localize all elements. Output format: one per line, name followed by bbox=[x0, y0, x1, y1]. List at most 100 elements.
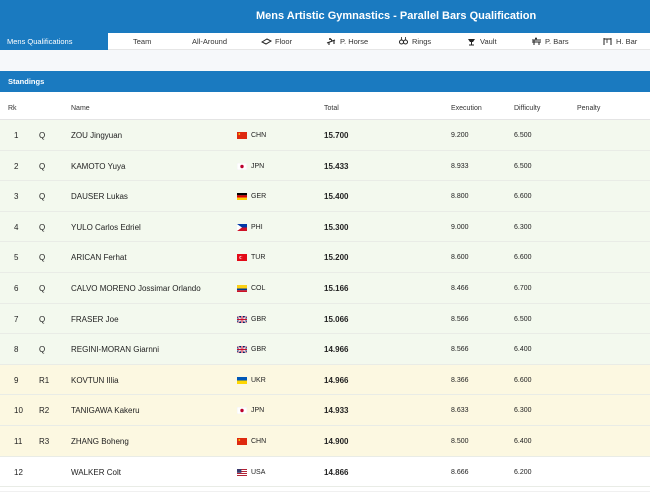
difficulty-score: 6.500 bbox=[514, 132, 532, 139]
total-score: 14.900 bbox=[324, 437, 349, 446]
qualification-cell: Q bbox=[39, 253, 46, 263]
difficulty-score: 6.400 bbox=[514, 346, 532, 354]
noc-code: CHN bbox=[251, 132, 267, 139]
tab-label: Vault bbox=[480, 37, 497, 46]
execution-score: 9.000 bbox=[451, 223, 469, 231]
tab-h-bar[interactable]: H. Bar bbox=[602, 33, 637, 50]
total-score: 15.200 bbox=[324, 253, 349, 263]
noc-code: USA bbox=[251, 468, 266, 476]
noc-code: JPN bbox=[251, 162, 265, 170]
athlete-name[interactable]: KOVTUN Illia bbox=[71, 376, 119, 385]
execution-score: 8.633 bbox=[451, 407, 469, 415]
athlete-name[interactable]: KAMOTO Yuya bbox=[71, 162, 125, 171]
horizontal-bar-icon bbox=[602, 37, 613, 46]
athlete-name[interactable]: TANIGAWA Kakeru bbox=[71, 406, 140, 415]
tab-label: Team bbox=[133, 37, 152, 46]
table-row[interactable]: 1 Q ZOU Jingyuan CHN 15.700 9.200 6.500 bbox=[0, 120, 650, 151]
athlete-name[interactable]: YULO Carlos Edriel bbox=[71, 223, 141, 232]
rings-icon bbox=[398, 37, 409, 46]
table-row[interactable]: 6 Q CALVO MORENO Jossimar Orlando COL 15.166… bbox=[0, 273, 650, 304]
table-row[interactable]: 7 Q FRASER Joe GBR 15.066 8.566 6.500 bbox=[0, 303, 650, 335]
flag-icon-ger bbox=[237, 193, 247, 201]
athlete-name[interactable]: ZHANG Boheng bbox=[71, 437, 129, 446]
total-score: 15.066 bbox=[324, 314, 349, 324]
flag-icon-phi bbox=[237, 223, 247, 231]
flag-icon-gbr bbox=[237, 346, 247, 354]
rank-cell: 6 bbox=[14, 284, 19, 293]
execution-score: 8.566 bbox=[451, 346, 469, 354]
flag-icon-usa bbox=[237, 468, 247, 476]
execution-score: 8.500 bbox=[451, 438, 469, 445]
qualification-cell: R1 bbox=[39, 375, 50, 385]
total-score: 15.400 bbox=[324, 192, 349, 202]
athlete-name[interactable]: ZOU Jingyuan bbox=[71, 131, 122, 140]
tab-rings[interactable]: Rings bbox=[398, 33, 431, 50]
athlete-name[interactable]: WALKER Colt bbox=[71, 468, 121, 477]
difficulty-score: 6.300 bbox=[514, 223, 532, 231]
rank-cell: 5 bbox=[14, 253, 19, 263]
rank-cell: 7 bbox=[14, 314, 19, 324]
qualification-cell: R3 bbox=[39, 437, 50, 446]
flag-icon-jpn bbox=[237, 162, 247, 170]
qualification-cell: R2 bbox=[39, 406, 50, 416]
noc-code: JPN bbox=[251, 407, 265, 415]
table-row[interactable]: 4 Q YULO Carlos Edriel PHI 15.300 9.000 6.300 bbox=[0, 211, 650, 243]
total-score: 15.433 bbox=[324, 161, 349, 171]
athlete-name[interactable]: DAUSER Lukas bbox=[71, 192, 128, 201]
qualification-cell: Q bbox=[39, 314, 46, 324]
rank-cell: 2 bbox=[14, 161, 19, 171]
athlete-name[interactable]: REGINI-MORAN Giarnni bbox=[71, 345, 159, 354]
flag-icon-gbr bbox=[237, 315, 247, 323]
vault-icon bbox=[466, 37, 477, 46]
difficulty-score: 6.500 bbox=[514, 162, 532, 170]
tab-p-bars[interactable]: P. Bars bbox=[531, 33, 569, 50]
column-header-name[interactable]: Name bbox=[71, 105, 90, 112]
page-header: Mens Artistic Gymnastics - Parallel Bars… bbox=[0, 0, 650, 33]
difficulty-score: 6.500 bbox=[514, 315, 532, 323]
table-row[interactable]: 12 WALKER Colt USA 14.866 8.666 6.200 bbox=[0, 456, 650, 488]
tab-mens-qualifications[interactable]: Mens Qualifications bbox=[0, 33, 108, 50]
athlete-name[interactable]: CALVO MORENO Jossimar Orlando bbox=[71, 284, 201, 293]
tab-label: P. Horse bbox=[340, 37, 369, 46]
table-row[interactable]: 11 R3 ZHANG Boheng CHN 14.900 8.500 6.400 bbox=[0, 426, 650, 457]
table-row[interactable]: 3 Q DAUSER Lukas GER 15.400 8.800 6.600 bbox=[0, 181, 650, 212]
tab-floor[interactable]: Floor bbox=[261, 33, 292, 50]
rank-cell: 10 bbox=[14, 406, 23, 416]
column-header-rank[interactable]: Rk bbox=[8, 105, 17, 112]
tab-label: All-Around bbox=[192, 37, 228, 46]
difficulty-score: 6.600 bbox=[514, 376, 532, 384]
table-row[interactable]: 8 Q REGINI-MORAN Giarnni GBR 14.966 8.566 6.40… bbox=[0, 334, 650, 365]
execution-score: 8.366 bbox=[451, 376, 469, 384]
total-score: 14.966 bbox=[324, 375, 349, 385]
rank-cell: 8 bbox=[14, 345, 19, 355]
noc-code: TUR bbox=[251, 254, 266, 262]
athlete-name[interactable]: ARICAN Ferhat bbox=[71, 253, 127, 262]
column-header-penalty[interactable]: Penalty bbox=[577, 105, 600, 112]
tab-all-around[interactable]: All-Around bbox=[192, 33, 227, 50]
qualification-cell: Q bbox=[39, 192, 46, 202]
tab-p-horse[interactable]: P. Horse bbox=[326, 33, 368, 50]
total-score: 14.933 bbox=[324, 406, 349, 416]
athlete-name[interactable]: FRASER Joe bbox=[71, 315, 119, 324]
table-row[interactable]: 9 R1 KOVTUN Illia UKR 14.966 8.366 6.600 bbox=[0, 364, 650, 396]
flag-icon-chn bbox=[237, 438, 247, 445]
column-header-difficulty[interactable]: Difficulty bbox=[514, 105, 540, 112]
flag-icon-chn bbox=[237, 132, 247, 139]
tab-team[interactable]: Team bbox=[133, 33, 151, 50]
tab-vault[interactable]: Vault bbox=[466, 33, 497, 50]
tab-label: Rings bbox=[412, 37, 432, 46]
rank-cell: 11 bbox=[14, 437, 23, 446]
table-row[interactable]: 2 Q KAMOTO Yuya JPN 15.433 8.933 6.500 bbox=[0, 150, 650, 182]
column-header-execution[interactable]: Execution bbox=[451, 105, 482, 112]
rank-cell: 12 bbox=[14, 467, 23, 477]
table-header: Rk Name Total Execution Difficulty Penal… bbox=[0, 92, 650, 120]
qualification-cell: Q bbox=[39, 222, 46, 232]
flag-icon-ukr bbox=[237, 376, 247, 384]
total-score: 14.966 bbox=[324, 345, 349, 355]
noc-code: UKR bbox=[251, 376, 266, 384]
table-row[interactable]: 10 R2 TANIGAWA Kakeru JPN 14.933 8.633 6.300 bbox=[0, 395, 650, 426]
table-row[interactable]: 5 Q ARICAN Ferhat TUR 15.200 8.600 6.600 bbox=[0, 242, 650, 273]
qualification-cell: Q bbox=[39, 131, 46, 140]
column-header-total[interactable]: Total bbox=[324, 105, 339, 112]
total-score: 14.866 bbox=[324, 467, 349, 477]
